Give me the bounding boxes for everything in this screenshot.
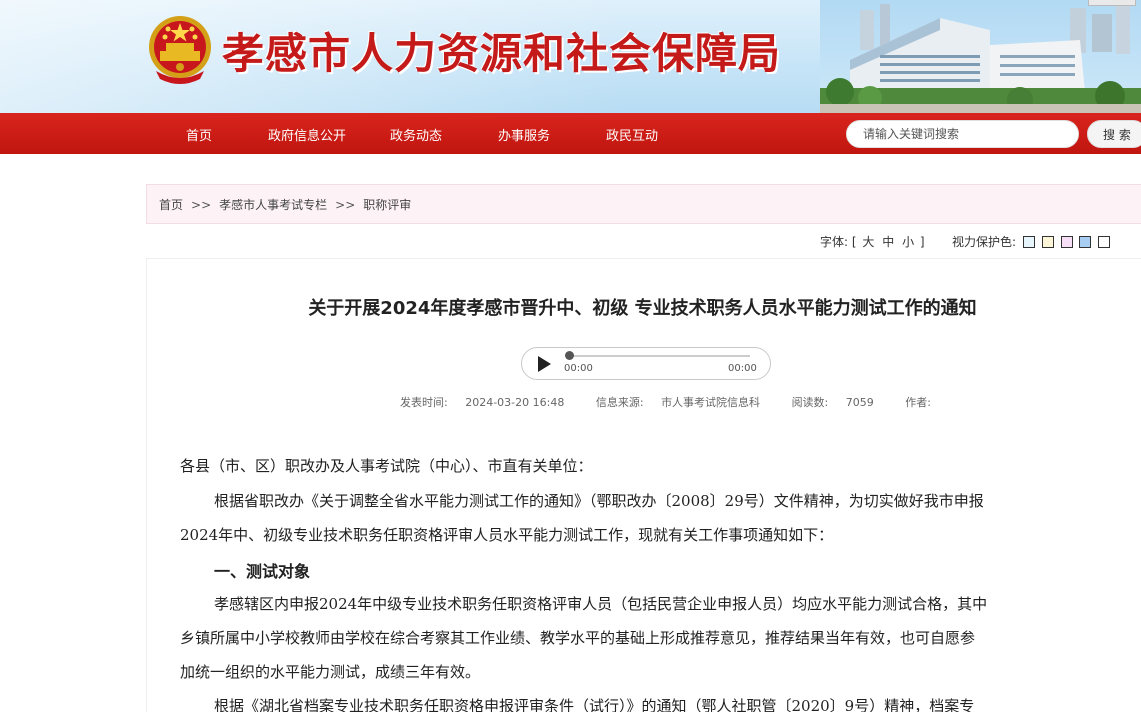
publish-label: 发表时间: xyxy=(400,396,448,409)
header-banner: 孝感市人力资源和社会保障局 xyxy=(0,0,1141,113)
color-swatch-yellow[interactable] xyxy=(1041,236,1054,248)
nav-item-news[interactable]: 政务动态 xyxy=(390,125,442,144)
color-swatch-blue[interactable] xyxy=(1022,236,1035,248)
article-title: 关于开展2024年度孝感市晋升中、初级 专业技术职务人员水平能力测试工作的通知 xyxy=(308,298,977,319)
audio-duration: 00:00 xyxy=(728,363,757,374)
publish-time: 2024-03-20 16:48 xyxy=(465,396,565,409)
source-value: 市人事考试院信息科 xyxy=(661,396,761,409)
body-paragraph: 乡镇所属中小学校教师由学校在综合考察其工作业绩、教学水平的基础上形成推荐意见，推… xyxy=(180,629,976,647)
vision-color-tool: 视力保护色: xyxy=(952,233,1111,250)
national-emblem-icon xyxy=(149,16,211,84)
font-bracket-open: [ xyxy=(851,235,857,249)
nav-item-services[interactable]: 办事服务 xyxy=(498,125,550,144)
font-label: 字体: xyxy=(820,235,849,249)
font-size-small[interactable]: 小 xyxy=(902,235,914,249)
audio-current-time: 00:00 xyxy=(564,363,593,374)
nav-item-home[interactable]: 首页 xyxy=(186,125,212,144)
views-count: 7059 xyxy=(845,396,874,409)
body-paragraph: 加统一组织的水平能力测试，成绩三年有效。 xyxy=(180,663,481,681)
body-paragraph: 各县（市、区）职改办及人事考试院（中心）、市直有关单位： xyxy=(180,457,593,475)
color-swatch-sky[interactable] xyxy=(1079,236,1092,248)
audio-player: 00:00 00:00 xyxy=(521,347,771,380)
cityscape-image xyxy=(820,0,1141,113)
color-swatch-white[interactable] xyxy=(1098,236,1111,248)
author-label: 作者: xyxy=(905,396,931,409)
breadcrumb-separator: >> xyxy=(191,198,212,212)
font-size-large[interactable]: 大 xyxy=(862,235,874,249)
font-size-medium[interactable]: 中 xyxy=(882,235,894,249)
search-button[interactable]: 搜 索 xyxy=(1087,120,1141,148)
nav-item-gov-info[interactable]: 政府信息公开 xyxy=(268,125,346,144)
body-paragraph: 孝感辖区内申报2024年中级专业技术职务任职资格评审人员（包括民营企业申报人员）… xyxy=(214,595,988,613)
play-icon[interactable] xyxy=(538,356,551,372)
body-paragraph: 2024年中、初级专业技术职务任职资格评审人员水平能力测试工作，现就有关工作事项… xyxy=(180,526,834,544)
audio-progress-knob[interactable] xyxy=(565,351,574,360)
breadcrumb: 首页 >> 孝感市人事考试专栏 >> 职称评审 xyxy=(146,184,1141,224)
site-title: 孝感市人力资源和社会保障局 xyxy=(222,29,782,78)
nav-item-interaction[interactable]: 政民互动 xyxy=(606,125,658,144)
section-heading: 一、测试对象 xyxy=(214,562,311,581)
search-input[interactable] xyxy=(846,120,1079,148)
font-size-tool: 字体: [ 大 中 小 ] xyxy=(820,233,925,250)
breadcrumb-title-review[interactable]: 职称评审 xyxy=(363,198,411,212)
breadcrumb-exam-column[interactable]: 孝感市人事考试专栏 xyxy=(219,198,327,212)
breadcrumb-home[interactable]: 首页 xyxy=(159,198,183,212)
body-paragraph: 根据省职改办《关于调整全省水平能力测试工作的通知》（鄂职改办〔2008〕29号）… xyxy=(214,492,984,510)
body-paragraph: 根据《湖北省档案专业技术职务任职资格申报评审条件（试行）》的通知（鄂人社职管〔2… xyxy=(214,697,975,712)
top-right-tab[interactable] xyxy=(1088,0,1136,6)
views-label: 阅读数: xyxy=(791,396,829,409)
audio-progress-track[interactable] xyxy=(568,355,750,357)
vision-label: 视力保护色: xyxy=(952,235,1017,249)
breadcrumb-separator: >> xyxy=(335,198,356,212)
color-swatch-pink[interactable] xyxy=(1060,236,1073,248)
article-meta: 发表时间: 2024-03-20 16:48 信息来源: 市人事考试院信息科 阅… xyxy=(400,394,945,410)
source-label: 信息来源: xyxy=(595,396,644,409)
font-bracket-close: ] xyxy=(919,235,925,249)
